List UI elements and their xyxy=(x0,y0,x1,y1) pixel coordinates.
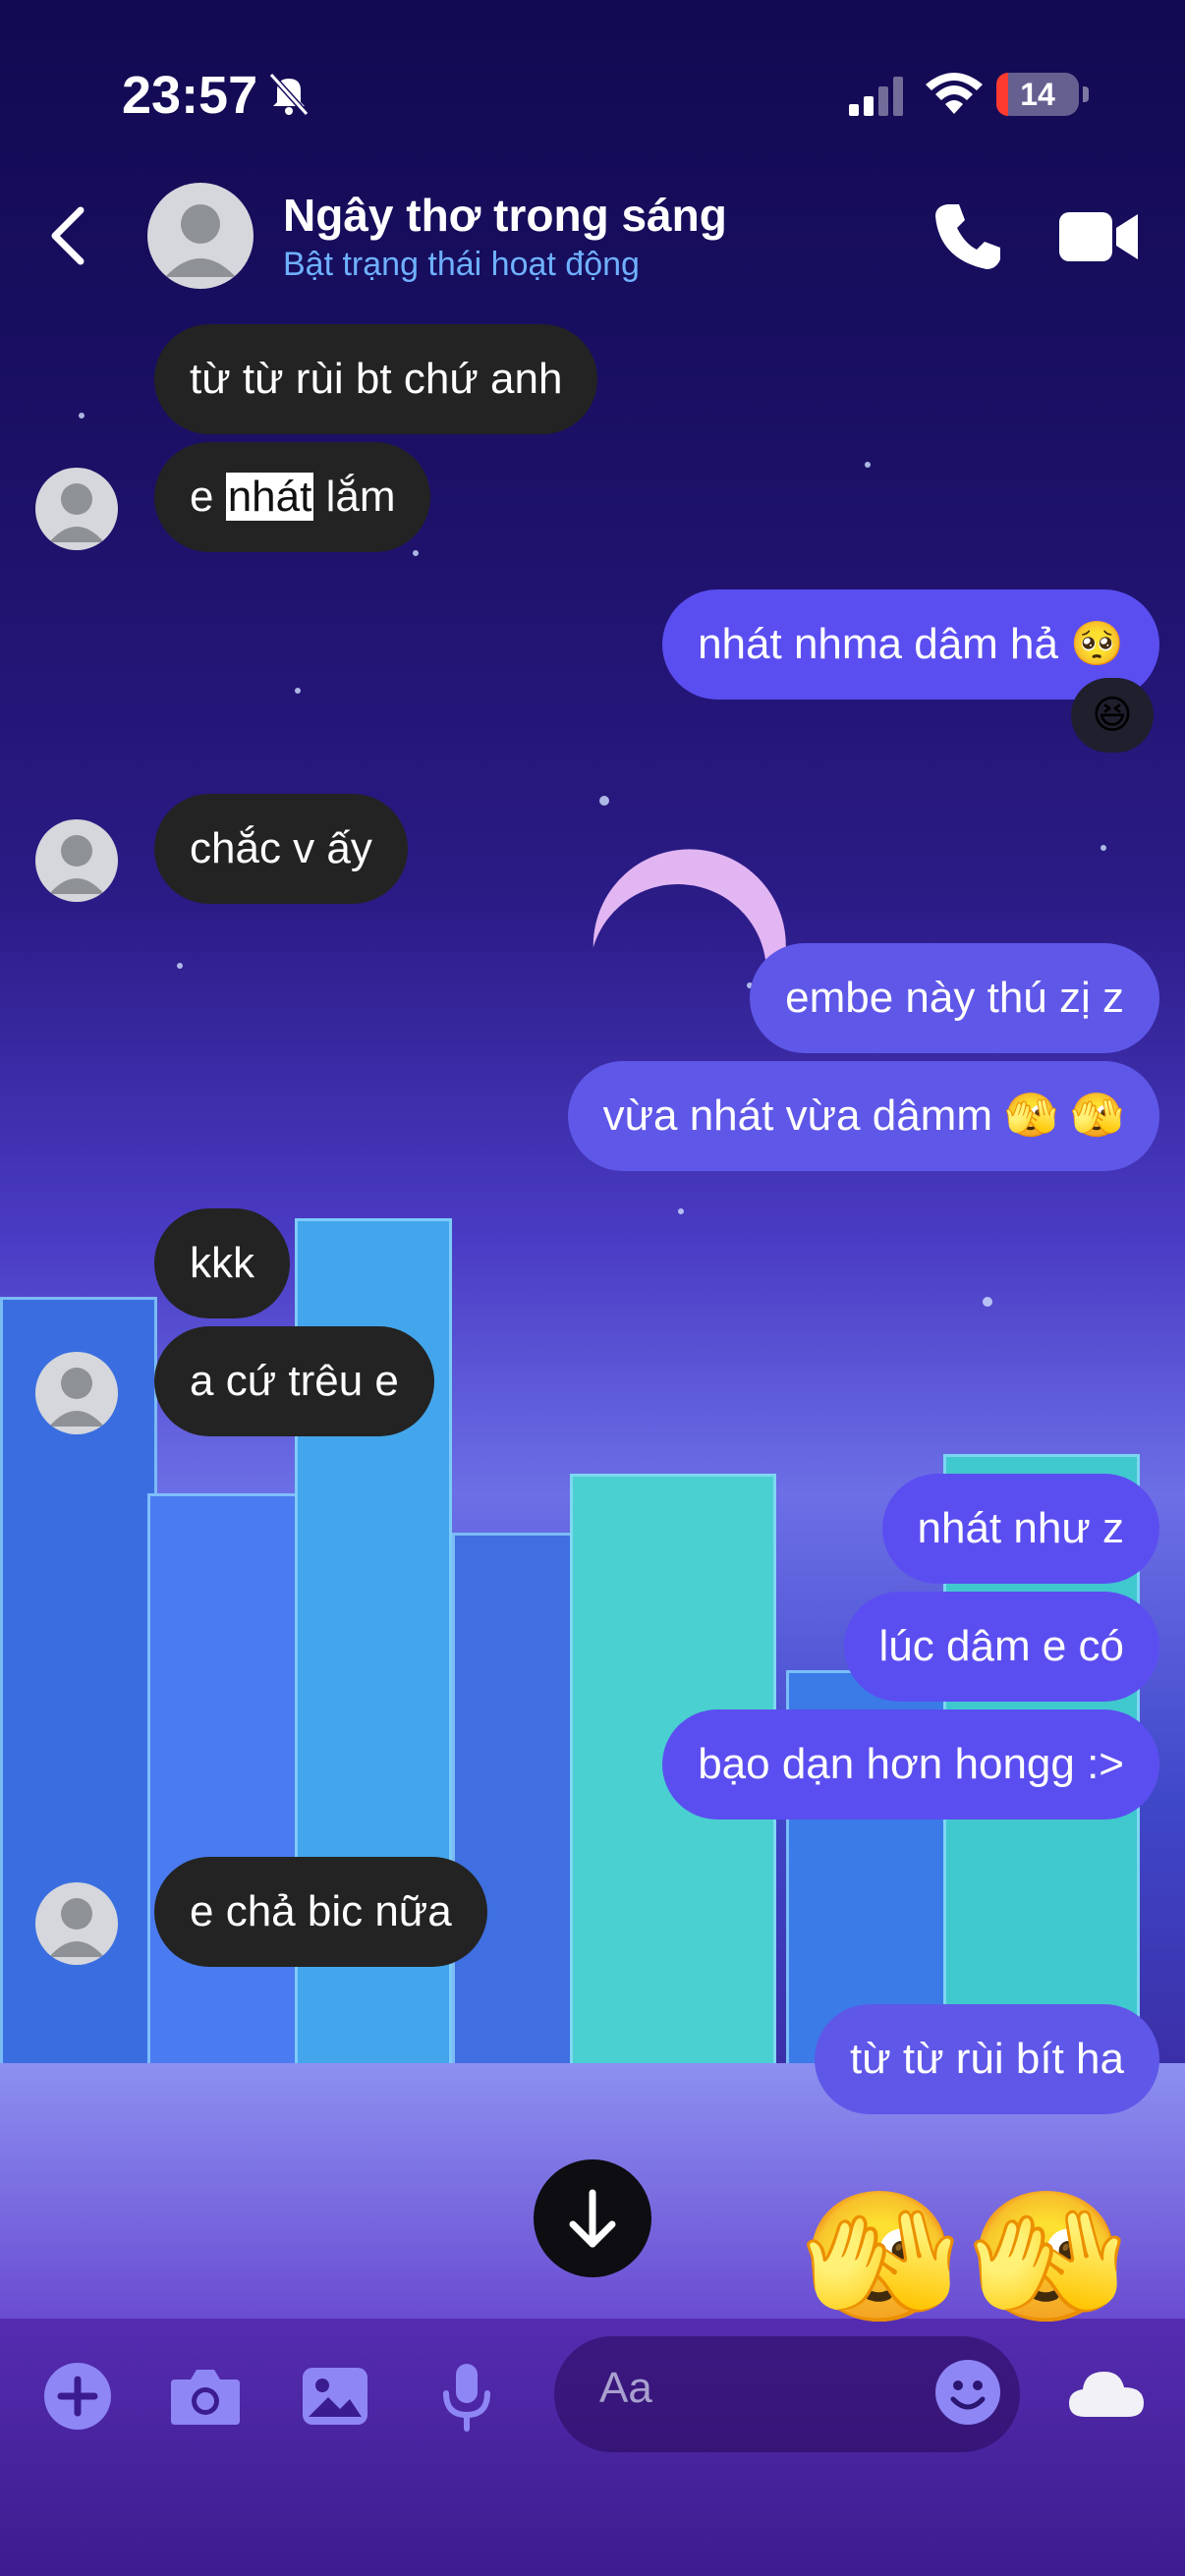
message-incoming[interactable]: kkk xyxy=(154,1208,290,1318)
message-outgoing[interactable]: nhát nhma dâm hả 🥺 xyxy=(662,589,1159,700)
status-bar: 23:57 14 xyxy=(0,0,1185,187)
selected-word[interactable]: nhát xyxy=(225,473,314,521)
message-outgoing[interactable]: lúc dâm e có xyxy=(843,1592,1159,1702)
sender-avatar[interactable] xyxy=(35,1882,118,1965)
back-chevron-icon[interactable] xyxy=(39,196,98,275)
battery-indicator: 14 xyxy=(996,73,1079,116)
scroll-to-bottom-button[interactable] xyxy=(534,2159,651,2277)
sender-avatar[interactable] xyxy=(35,468,118,550)
cellular-signal-icon xyxy=(849,77,903,116)
message-outgoing[interactable]: embe này thú zị z xyxy=(750,943,1159,1053)
battery-nub xyxy=(1083,86,1089,102)
message-incoming[interactable]: e nhát lắm xyxy=(154,442,431,552)
default-person-icon xyxy=(49,483,104,542)
message-outgoing[interactable]: từ từ rùi bít ha xyxy=(814,2004,1159,2114)
sender-avatar[interactable] xyxy=(35,1352,118,1434)
camera-icon[interactable] xyxy=(169,2360,242,2433)
message-text: lắm xyxy=(313,473,396,521)
message-outgoing[interactable]: vừa nhát vừa dâmm 🫣 🫣 xyxy=(567,1061,1159,1171)
arrow-down-icon xyxy=(569,2189,616,2248)
microphone-icon[interactable] xyxy=(430,2360,503,2433)
message-reaction[interactable]: 😆 xyxy=(1071,678,1154,753)
plus-icon[interactable] xyxy=(41,2360,114,2433)
video-camera-icon[interactable] xyxy=(1059,208,1140,265)
bell-slash-icon xyxy=(268,72,310,116)
contact-avatar[interactable] xyxy=(147,183,254,289)
image-icon[interactable] xyxy=(299,2360,371,2433)
sender-avatar[interactable] xyxy=(35,819,118,902)
default-person-icon xyxy=(49,1898,104,1957)
message-incoming[interactable]: e chả bic nữa xyxy=(154,1857,487,1967)
wifi-icon xyxy=(926,73,983,114)
default-person-icon xyxy=(165,204,236,277)
message-incoming[interactable]: chắc v ấy xyxy=(154,794,408,904)
message-text: e xyxy=(190,473,226,521)
contact-name[interactable]: Ngây thơ trong sáng xyxy=(283,189,727,242)
clock: 23:57 xyxy=(122,66,258,125)
emoji-message[interactable]: 🫣 xyxy=(801,2183,960,2330)
message-input-placeholder: Aa xyxy=(599,2364,652,2412)
message-incoming[interactable]: a cứ trêu e xyxy=(154,1326,434,1436)
emoji-icon[interactable] xyxy=(933,2358,1002,2427)
default-person-icon xyxy=(49,1368,104,1427)
default-person-icon xyxy=(49,835,104,894)
active-status-link[interactable]: Bật trạng thái hoạt động xyxy=(283,246,640,284)
message-incoming[interactable]: từ từ rùi bt chứ anh xyxy=(154,324,598,434)
emoji-message[interactable]: 🫣 xyxy=(968,2183,1127,2330)
battery-percentage: 14 xyxy=(1020,77,1055,112)
message-outgoing[interactable]: bạo dạn hơn hongg :> xyxy=(662,1709,1159,1820)
cloud-icon[interactable] xyxy=(1067,2364,1146,2421)
phone-call-icon[interactable] xyxy=(933,200,1002,271)
message-outgoing[interactable]: nhát như z xyxy=(881,1474,1159,1584)
